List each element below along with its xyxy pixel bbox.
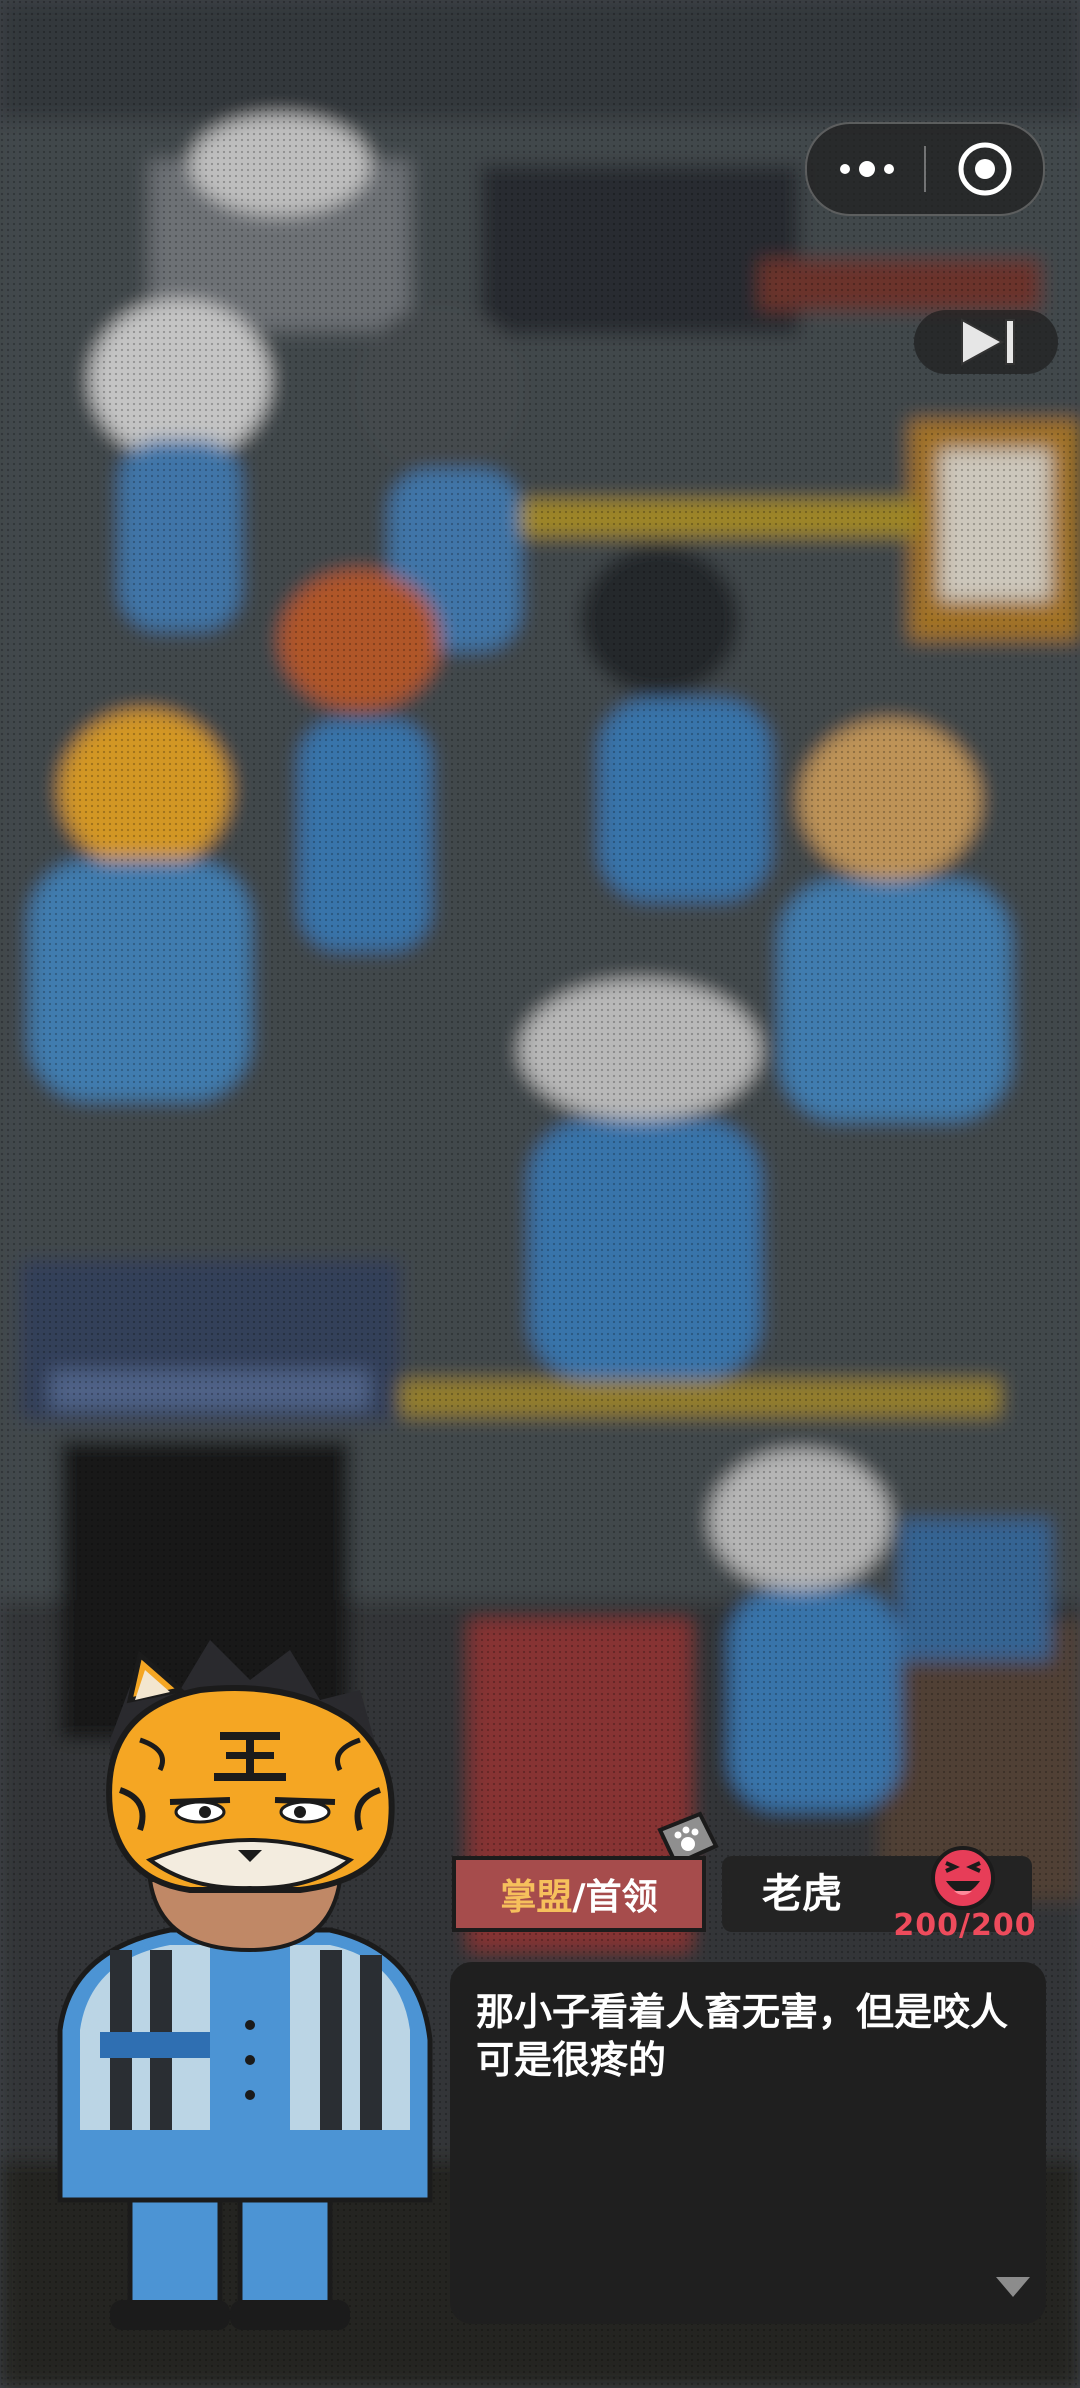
down-triangle-icon bbox=[996, 2277, 1030, 2297]
laughing-face-icon bbox=[928, 1843, 998, 1913]
speaker-title: /首领 bbox=[572, 1877, 658, 1918]
dialogue-text: 那小子看着人畜无害，但是咬人可是很疼的 bbox=[476, 1990, 1009, 2082]
speaker-role: 掌盟 bbox=[500, 1877, 573, 1918]
exit-mini-program-button[interactable] bbox=[925, 124, 1043, 214]
speaker-title-tab: 掌盟/首领 bbox=[452, 1856, 706, 1932]
target-circle-icon bbox=[958, 142, 1012, 196]
dialogue-box[interactable]: 那小子看着人畜无害，但是咬人可是很疼的 bbox=[450, 1962, 1046, 2324]
mini-program-capsule bbox=[805, 122, 1045, 216]
skip-dialogue-button[interactable] bbox=[914, 310, 1058, 374]
hp-counter: 200/200 bbox=[893, 1908, 1037, 1943]
speaker-name: 老虎 bbox=[762, 1871, 842, 1917]
more-dots-icon bbox=[840, 161, 894, 177]
more-menu-button[interactable] bbox=[807, 124, 925, 214]
skip-forward-icon bbox=[961, 318, 1015, 366]
